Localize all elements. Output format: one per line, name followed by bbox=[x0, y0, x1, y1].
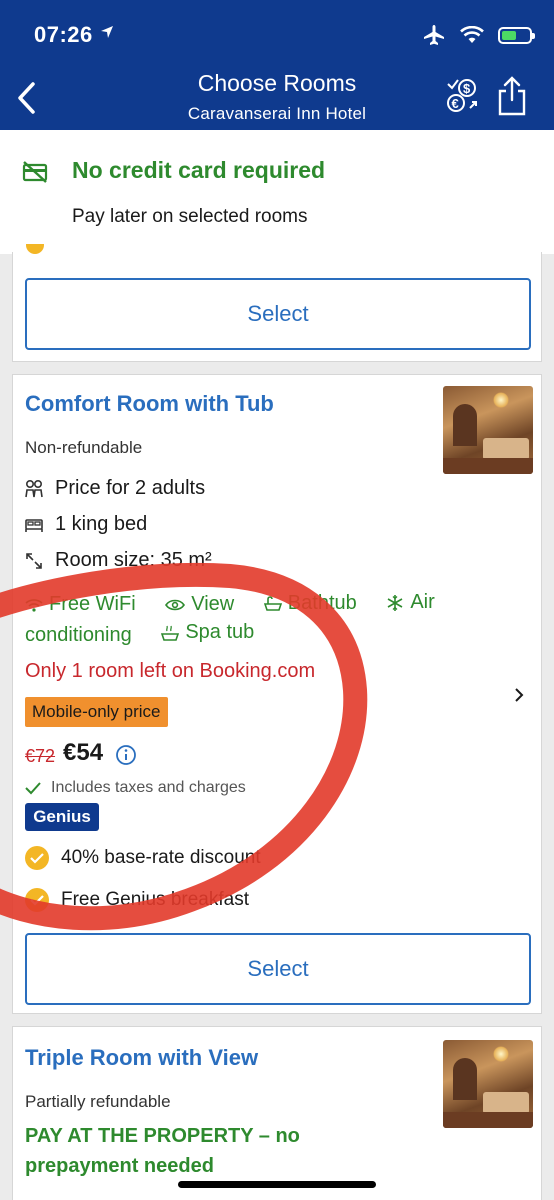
genius-badge: Genius bbox=[25, 803, 99, 831]
taxes-note: Includes taxes and charges bbox=[25, 779, 246, 797]
perk-check-icon bbox=[25, 846, 49, 870]
snowflake-icon bbox=[387, 594, 403, 611]
spa-tub-icon bbox=[161, 625, 180, 641]
pay-later-banner bbox=[0, 130, 554, 254]
airplane-icon bbox=[424, 25, 444, 45]
expand-arrows-icon bbox=[26, 552, 42, 569]
battery-icon bbox=[498, 26, 535, 44]
share-icon bbox=[498, 76, 526, 116]
people-icon bbox=[25, 479, 43, 497]
amenity-view: View bbox=[165, 593, 234, 616]
status-icons bbox=[422, 22, 535, 48]
status-time: 07:26 bbox=[34, 22, 93, 47]
room-card-previous: Select bbox=[12, 252, 542, 362]
amenities-line-2: conditioning Spa tub bbox=[25, 621, 278, 647]
select-button[interactable]: Select bbox=[25, 933, 531, 1005]
refund-policy: Partially refundable bbox=[25, 1092, 171, 1111]
svg-text:€: € bbox=[452, 96, 459, 111]
room-card-comfort[interactable]: Comfort Room with Tub Non-refundable Pri… bbox=[12, 374, 542, 1014]
wifi-icon bbox=[460, 26, 484, 43]
banner-title: No credit card required bbox=[72, 157, 326, 183]
banner-subtitle: Pay later on selected rooms bbox=[72, 206, 308, 227]
bed-row: 1 king bed bbox=[25, 513, 147, 536]
eye-icon bbox=[165, 599, 186, 610]
amenity-bathtub: Bathtub bbox=[263, 592, 357, 615]
perk-check-icon bbox=[26, 244, 44, 254]
room-photo[interactable] bbox=[443, 386, 533, 474]
mobile-only-badge: Mobile-only price bbox=[25, 697, 168, 727]
location-arrow-icon bbox=[101, 26, 113, 38]
chevron-right-icon[interactable] bbox=[513, 687, 525, 703]
payment-note: PAY AT THE PROPERTY – no prepayment need… bbox=[25, 1125, 300, 1177]
amenity-wifi: Free WiFi bbox=[25, 593, 136, 616]
room-name[interactable]: Comfort Room with Tub bbox=[25, 391, 274, 417]
room-size-text: Room size: 35 m² bbox=[55, 549, 212, 571]
amenity-air: Air bbox=[386, 591, 435, 614]
room-name[interactable]: Triple Room with View bbox=[25, 1045, 258, 1071]
refund-policy: Non-refundable bbox=[25, 438, 143, 457]
perk-breakfast: Free Genius breakfast bbox=[25, 888, 249, 912]
room-size-row: Room size: 35 m² bbox=[25, 549, 212, 572]
wifi-icon bbox=[25, 598, 43, 612]
currency-exchange-icon: $ € bbox=[447, 79, 477, 112]
amenity-air-cont: conditioning bbox=[25, 623, 132, 646]
original-price: €72 bbox=[25, 746, 56, 766]
svg-text:$: $ bbox=[463, 81, 471, 96]
scarcity-message: Only 1 room left on Booking.com bbox=[25, 660, 316, 682]
discounted-price: €54 bbox=[63, 739, 104, 766]
select-button[interactable]: Select bbox=[25, 278, 531, 350]
room-card-triple[interactable]: Triple Room with View Partially refundab… bbox=[12, 1026, 542, 1200]
info-icon[interactable] bbox=[115, 744, 137, 766]
bed-text: 1 king bed bbox=[55, 513, 148, 535]
bed-icon bbox=[25, 518, 43, 532]
amenity-spa-tub: Spa tub bbox=[161, 621, 254, 644]
share-button[interactable] bbox=[494, 74, 530, 118]
occupancy-text: Price for 2 adults bbox=[55, 477, 206, 499]
home-indicator bbox=[178, 1181, 376, 1188]
app-header: 07:26 Choose Rooms Caravanserai Inn Hote… bbox=[0, 0, 554, 130]
perk-discount: 40% base-rate discount bbox=[25, 846, 261, 870]
no-credit-card-icon bbox=[22, 161, 48, 183]
status-bar: 07:26 bbox=[0, 0, 554, 64]
occupancy-row: Price for 2 adults bbox=[25, 477, 205, 500]
amenities-line-1: Free WiFi View Bathtub Air bbox=[25, 591, 459, 618]
checkmark-icon bbox=[25, 782, 41, 795]
perk-check-icon bbox=[25, 888, 49, 912]
currency-button[interactable]: $ € bbox=[442, 74, 482, 118]
room-photo[interactable] bbox=[443, 1040, 533, 1128]
bathtub-icon bbox=[263, 595, 282, 611]
